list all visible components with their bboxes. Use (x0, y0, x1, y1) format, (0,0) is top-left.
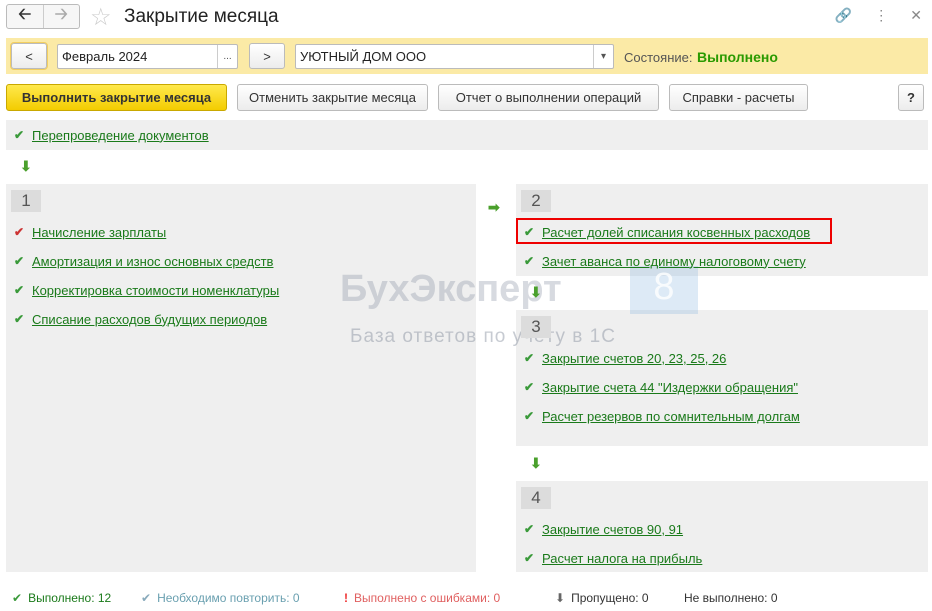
step-link[interactable]: Расчет резервов по сомнительным долгам (542, 409, 800, 424)
group-1-panel (6, 184, 476, 572)
back-arrow-icon[interactable]: 🡠 (7, 5, 43, 28)
arrow-down-icon: ⬇ (530, 284, 542, 300)
history-nav: 🡠 🡢 (6, 4, 80, 29)
check-icon: ✔ (524, 409, 535, 423)
link-icon[interactable]: 🔗 (835, 7, 852, 24)
step-item[interactable]: ✔ Списание расходов будущих периодов (6, 310, 267, 328)
cancel-close-button[interactable]: Отменить закрытие месяца (237, 84, 428, 111)
period-field[interactable]: Февраль 2024... (57, 44, 238, 69)
report-button[interactable]: Отчет о выполнении операций (438, 84, 659, 111)
step-item[interactable]: ✔ Закрытие счета 44 "Издержки обращения" (516, 378, 798, 396)
check-icon: ✔ (12, 591, 23, 605)
group-number: 4 (521, 487, 551, 509)
status-repeat-text: Необходимо повторить: 0 (157, 591, 300, 605)
status-skipped: ⬇ Пропущено: 0 (555, 591, 649, 605)
state-value: Выполнено (697, 49, 778, 65)
forward-arrow-icon[interactable]: 🡢 (42, 5, 80, 28)
step-item[interactable]: ✔ Начисление зарплаты (6, 223, 166, 241)
check-icon: ✔ (14, 254, 25, 268)
arrow-right-icon: ➡ (488, 199, 500, 215)
status-not-done-text: Не выполнено: 0 (684, 591, 778, 605)
step-item[interactable]: ✔ Перепроведение документов (6, 126, 213, 144)
step-item[interactable]: ✔ Закрытие счетов 20, 23, 25, 26 (516, 349, 726, 367)
check-icon: ✔ (524, 351, 535, 365)
state-label: Состояние: (624, 50, 693, 65)
step-link[interactable]: Амортизация и износ основных средств (32, 254, 273, 269)
status-skipped-text: Пропущено: 0 (571, 591, 649, 605)
prev-period-button[interactable]: < (10, 42, 48, 70)
exclamation-icon: ! (344, 591, 348, 605)
step-item[interactable]: ✔ Амортизация и износ основных средств (6, 252, 273, 270)
check-edit-icon: ✔ (14, 225, 25, 239)
step-item[interactable]: ✔ Расчет налога на прибыль (516, 549, 702, 567)
step-link[interactable]: Закрытие счетов 90, 91 (542, 522, 683, 537)
group-number: 3 (521, 316, 551, 338)
close-icon[interactable]: ✕ (910, 7, 922, 24)
check-icon: ✔ (524, 380, 535, 394)
group-number: 2 (521, 190, 551, 212)
help-calculations-button[interactable]: Справки - расчеты (669, 84, 808, 111)
step-item[interactable]: ✔ Закрытие счетов 90, 91 (516, 520, 683, 538)
check-icon: ✔ (14, 128, 25, 142)
help-button[interactable]: ? (898, 84, 924, 111)
check-icon: ✔ (524, 522, 535, 536)
status-not-done: Не выполнено: 0 (684, 591, 778, 605)
step-link[interactable]: Закрытие счета 44 "Издержки обращения" (542, 380, 798, 395)
status-errors: ! Выполнено с ошибками: 0 (344, 591, 500, 605)
step-link[interactable]: Списание расходов будущих периодов (32, 312, 267, 327)
step-item[interactable]: ✔ Расчет резервов по сомнительным долгам (516, 407, 800, 425)
check-icon: ✔ (141, 591, 152, 605)
step-link[interactable]: Расчет налога на прибыль (542, 551, 702, 566)
step-link[interactable]: Корректировка стоимости номенклатуры (32, 283, 279, 298)
status-repeat: ✔ Необходимо повторить: 0 (141, 591, 300, 605)
check-icon: ✔ (524, 551, 535, 565)
step-item[interactable]: ✔ Корректировка стоимости номенклатуры (6, 281, 279, 299)
status-done-text: Выполнено: 12 (28, 591, 112, 605)
group-number: 1 (11, 190, 41, 212)
organization-value: УЮТНЫЙ ДОМ ООО (300, 49, 427, 64)
step-link[interactable]: Начисление зарплаты (32, 225, 166, 240)
arrow-down-icon: ⬇ (530, 455, 542, 471)
check-icon: ✔ (14, 283, 25, 297)
star-icon[interactable]: ☆ (90, 3, 112, 32)
arrow-down-icon: ⬇ (20, 158, 32, 174)
more-icon[interactable]: ⋮ (874, 7, 888, 24)
window-controls: 🔗 ⋮ ✕ (835, 7, 922, 24)
period-select-button[interactable]: ... (217, 45, 237, 68)
period-value: Февраль 2024 (62, 49, 148, 64)
page-title: Закрытие месяца (124, 6, 279, 27)
step-link[interactable]: Зачет аванса по единому налоговому счету (542, 254, 806, 269)
arrow-down-icon: ⬇ (555, 591, 566, 605)
highlight-box (516, 218, 832, 244)
step-link[interactable]: Закрытие счетов 20, 23, 25, 26 (542, 351, 726, 366)
check-icon: ✔ (524, 254, 535, 268)
dropdown-icon[interactable]: ▾ (593, 45, 613, 68)
status-errors-text: Выполнено с ошибками: 0 (354, 591, 501, 605)
next-period-button[interactable]: > (249, 43, 285, 69)
organization-field[interactable]: УЮТНЫЙ ДОМ ООО ▾ (295, 44, 614, 69)
status-done: ✔ Выполнено: 12 (12, 591, 111, 605)
step-link[interactable]: Перепроведение документов (32, 128, 209, 143)
step-item[interactable]: ✔ Зачет аванса по единому налоговому счет… (516, 252, 806, 270)
execute-close-button[interactable]: Выполнить закрытие месяца (6, 84, 227, 111)
check-icon: ✔ (14, 312, 25, 326)
